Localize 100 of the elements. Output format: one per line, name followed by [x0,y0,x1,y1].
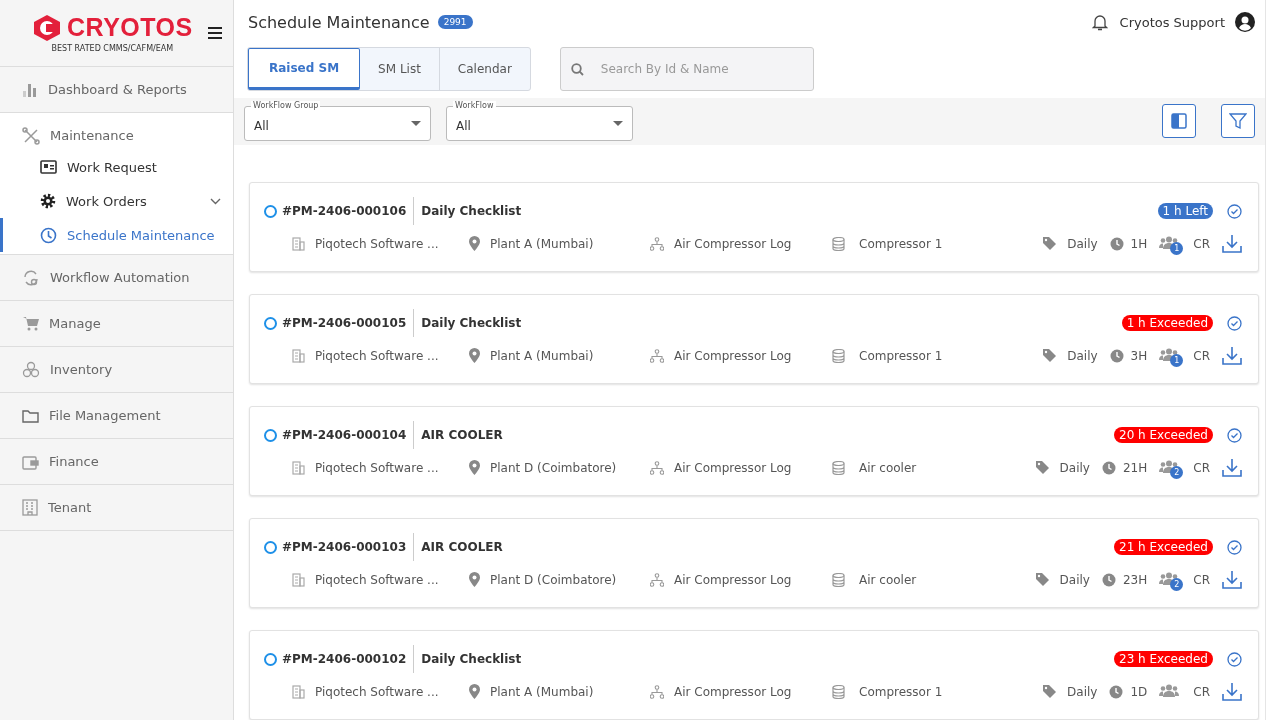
assignee-count: 2 [1170,465,1184,479]
location-pin-icon [469,460,480,475]
column-toggle-button[interactable] [1162,104,1196,139]
tools-icon [22,126,40,145]
sidebar-item[interactable]: Dashboard & Reports [0,67,233,112]
maintenance-card[interactable]: #PM-2406-000102 Daily Checklist 23 h Exceeded Piqotech Software ... Plant A (Mumbai) Air Compressor Log Compressor 1 Daily 1D CR [249,630,1259,720]
maintenance-id: #PM-2406-000104 [282,421,415,449]
hierarchy-icon [650,236,664,251]
clock-icon [1109,684,1124,699]
check-circle-icon[interactable] [1227,539,1242,555]
asset-name: Air cooler [859,572,917,587]
duration-text: 21H [1123,460,1148,475]
maintenance-title: Daily Checklist [420,652,522,666]
location-text: Plant A (Mumbai) [490,348,594,363]
database-icon [832,572,845,587]
download-icon[interactable] [1222,458,1242,477]
sidebar-item[interactable]: Finance [0,439,233,484]
radio-button[interactable] [264,428,277,442]
radio-button[interactable] [264,316,277,330]
circles-icon [22,361,40,378]
assignee-count: 1 [1170,241,1184,255]
panel-icon [1171,113,1187,130]
maintenance-card[interactable]: #PM-2406-000103 AIR COOLER 21 h Exceeded Piqotech Software ... Plant D (Coimbatore) Air Compressor Log Air cooler Daily 23H 2 CR [249,518,1259,608]
check-circle-icon[interactable] [1227,315,1242,331]
frequency-text: Daily [1067,236,1098,251]
building-icon [292,348,305,363]
clock-icon [1102,460,1116,475]
user-name[interactable]: Cryotos Support [1119,14,1225,30]
tab[interactable]: SM List [360,47,440,90]
database-icon [832,348,845,363]
database-icon [832,236,845,251]
tag-icon [1034,572,1050,587]
frequency-text: Daily [1059,572,1090,587]
maintenance-id: #PM-2406-000102 [282,645,415,673]
tab[interactable]: Calendar [439,47,530,90]
hierarchy-icon [650,684,664,699]
folder-icon [22,408,39,423]
logo-text: CRYOTOS [67,15,193,40]
duration-text: 1D [1130,684,1148,699]
check-circle-icon[interactable] [1227,203,1242,219]
building-icon [22,499,38,516]
download-icon[interactable] [1222,346,1242,365]
building-icon [292,684,305,699]
sidebar-item[interactable]: Inventory [0,347,233,392]
duration-text: 1H [1130,236,1148,251]
building-icon [292,572,305,587]
maintenance-title: AIR COOLER [420,540,503,554]
hierarchy-icon [650,572,664,587]
sidebar-item[interactable]: Tenant [0,485,233,530]
filter-icon [1229,112,1247,131]
maintenance-card[interactable]: #PM-2406-000104 AIR COOLER 20 h Exceeded Piqotech Software ... Plant D (Coimbatore) Air Compressor Log Air cooler Daily 21H 2 CR [249,406,1259,496]
search-field[interactable]: Search By Id & Name [559,46,814,91]
status-badge: 23 h Exceeded [1114,651,1213,667]
tab[interactable]: Raised SM [248,47,361,90]
company-name: Piqotech Software ... [315,460,439,475]
radio-button[interactable] [264,652,277,666]
check-circle-icon[interactable] [1227,651,1242,667]
cart-icon [22,316,39,331]
status-badge: 1 h Left [1157,203,1213,219]
menu-icon[interactable] [207,26,223,40]
sidebar-subitem[interactable]: Schedule Maintenance [0,218,233,252]
id-card-icon [40,160,57,174]
location-pin-icon [469,348,480,363]
wallet-icon [22,453,39,470]
count-badge: 2991 [437,15,473,30]
maintenance-card[interactable]: #PM-2406-000105 Daily Checklist 1 h Exceeded Piqotech Software ... Plant A (Mumbai) Air Compressor Log Compressor 1 Daily 3H 1 CR [249,294,1259,384]
location-text: Plant D (Coimbatore) [490,572,617,587]
sidebar-item[interactable]: Manage [0,301,233,346]
tag-icon [1042,348,1058,363]
clock-icon [1109,236,1124,251]
download-icon[interactable] [1222,234,1242,253]
download-icon[interactable] [1222,682,1242,701]
sidebar-item[interactable]: File Management [0,393,233,438]
location-text: Plant D (Coimbatore) [490,460,617,475]
filter-button[interactable] [1221,104,1255,139]
company-name: Piqotech Software ... [315,572,439,587]
assignee-count: 1 [1170,353,1184,367]
field-label: WorkFlow Group [251,101,321,112]
user-avatar-icon[interactable] [1235,12,1255,33]
maintenance-title: Daily Checklist [420,316,522,330]
workflow-name: Air Compressor Log [674,572,792,587]
chevron-down-icon[interactable] [210,197,221,205]
tag-icon [1042,236,1058,251]
dropdown-field[interactable]: WorkFlow Group All [244,101,431,142]
status-badge: 20 h Exceeded [1114,427,1213,443]
maintenance-card[interactable]: #PM-2406-000106 Daily Checklist 1 h Left Piqotech Software ... Plant A (Mumbai) Air Compressor Log Compressor 1 Daily 1H 1 CR [249,182,1259,272]
dropdown-field[interactable]: WorkFlow All [446,101,633,142]
radio-button[interactable] [264,540,277,554]
tag-icon [1042,684,1058,699]
sidebar-subitem[interactable]: Work Orders [0,184,233,218]
asset-name: Air cooler [859,460,917,475]
check-circle-icon[interactable] [1227,427,1242,443]
page-title: Schedule Maintenance [248,12,430,32]
location-pin-icon [469,236,480,251]
sidebar-item[interactable]: Workflow Automation [0,255,233,300]
bell-icon[interactable] [1091,13,1108,32]
download-icon[interactable] [1222,570,1242,589]
caret-icon [411,121,421,127]
tag-icon [1034,460,1050,475]
radio-button[interactable] [264,204,277,218]
